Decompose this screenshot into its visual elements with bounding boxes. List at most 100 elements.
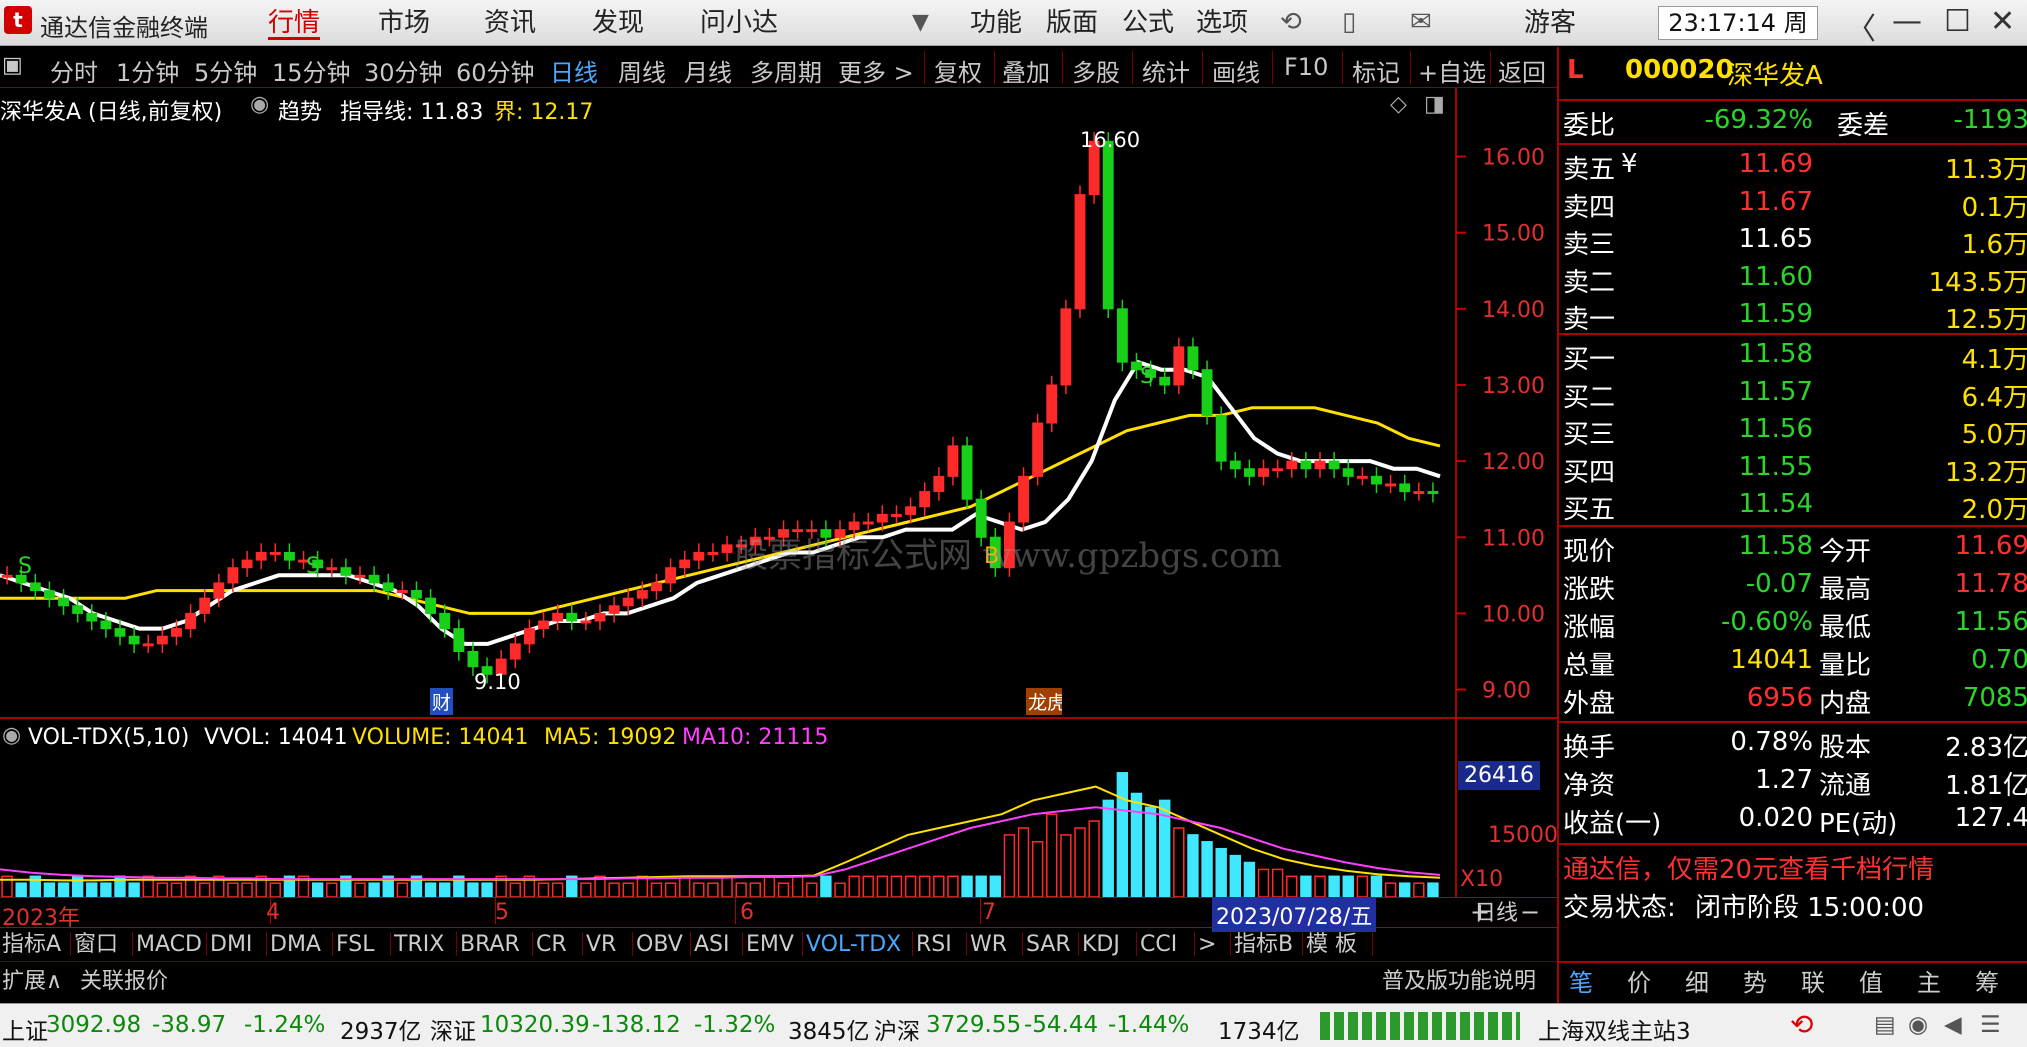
- menu-wenxiaoda[interactable]: 问小达: [700, 6, 778, 40]
- dropdown-arrow-icon[interactable]: ▼: [912, 10, 929, 35]
- menu-faxian[interactable]: 发现: [592, 6, 644, 40]
- menu-gongneng[interactable]: 功能: [970, 6, 1022, 40]
- side-tab[interactable]: 值: [1859, 967, 1883, 999]
- indicator-tab[interactable]: DMA: [270, 929, 321, 961]
- bid-row[interactable]: 买一 11.58 4.1万: [1559, 337, 2027, 375]
- period-monthly[interactable]: 月线: [684, 53, 732, 88]
- finance-badge[interactable]: 财: [430, 688, 454, 715]
- period-30min[interactable]: 30分钟: [364, 53, 443, 88]
- indicator-tab[interactable]: 指标A: [2, 929, 61, 961]
- menu-zixun[interactable]: 资讯: [484, 6, 536, 40]
- period-daily[interactable]: 日线: [550, 53, 598, 88]
- settings-icon[interactable]: ☰: [1980, 1012, 2001, 1038]
- indicator-tab[interactable]: OBV: [636, 929, 683, 961]
- indicator-tab[interactable]: VR: [586, 929, 616, 961]
- candle: [665, 567, 677, 584]
- bid-row[interactable]: 买五 11.54 2.0万: [1559, 487, 2027, 525]
- phone-icon[interactable]: ▯: [1342, 7, 1356, 37]
- connection-icon[interactable]: ⟲: [1790, 1008, 1813, 1041]
- ask-row[interactable]: 卖五 ¥ 11.69 11.3万: [1559, 147, 2027, 185]
- indicator-tab[interactable]: 窗口: [74, 929, 118, 961]
- side-tab[interactable]: 筹: [1975, 967, 1999, 999]
- menu-shichang[interactable]: 市场: [378, 6, 430, 40]
- refresh-icon[interactable]: ⟲: [1280, 7, 1302, 37]
- ask-row[interactable]: 卖三 11.65 1.6万: [1559, 222, 2027, 260]
- indicator-tab[interactable]: ASI: [694, 929, 730, 961]
- indicator-tab[interactable]: CR: [536, 929, 567, 961]
- minimize-button[interactable]: —: [1892, 4, 1922, 39]
- panel-toggle-icon[interactable]: ▣: [2, 53, 23, 78]
- sh-index-label[interactable]: 上证: [2, 1012, 48, 1046]
- kline-chart-panel[interactable]: 深华发A (日线,前复权) ◉ 趋势 指导线: 11.83 界: 12.17 ◇…: [0, 88, 1557, 720]
- indicator-tab[interactable]: 指标B: [1234, 929, 1293, 961]
- user-label[interactable]: 游客: [1524, 6, 1576, 40]
- maximize-button[interactable]: ☐: [1944, 4, 1971, 39]
- ext-tab-expand[interactable]: 扩展∧: [2, 966, 62, 998]
- hs-index-label[interactable]: 沪深: [874, 1012, 920, 1046]
- indicator-tab[interactable]: VOL-TDX: [806, 929, 901, 961]
- menu-xuanxiang[interactable]: 选项: [1196, 6, 1248, 40]
- period-15min[interactable]: 15分钟: [272, 53, 351, 88]
- side-tab[interactable]: 价: [1627, 967, 1651, 999]
- indicator-tab[interactable]: BRAR: [460, 929, 520, 961]
- period-5min[interactable]: 5分钟: [194, 53, 257, 88]
- side-tab[interactable]: 主: [1917, 967, 1941, 999]
- indicator-tab[interactable]: RSI: [916, 929, 952, 961]
- ext-help-link[interactable]: 普及版功能说明: [1382, 966, 1536, 998]
- tool-f10[interactable]: F10: [1284, 53, 1328, 81]
- side-tab[interactable]: 细: [1685, 967, 1709, 999]
- sz-index-label[interactable]: 深证: [430, 1012, 476, 1046]
- indicator-tab[interactable]: KDJ: [1082, 929, 1120, 961]
- indicator-tab[interactable]: >: [1198, 929, 1216, 961]
- longhu-badge[interactable]: 龙虎榜: [1026, 688, 1062, 715]
- back-icon[interactable]: 〈: [1846, 4, 1876, 48]
- tool-duogu[interactable]: 多股: [1072, 53, 1120, 88]
- period-1min[interactable]: 1分钟: [116, 53, 179, 88]
- tool-huaxian[interactable]: 画线: [1212, 53, 1260, 88]
- side-tab[interactable]: 笔: [1569, 967, 1593, 999]
- tool-biaoji[interactable]: 标记: [1352, 53, 1400, 88]
- period-weekly[interactable]: 周线: [618, 53, 666, 88]
- bid-row[interactable]: 买二 11.57 6.4万: [1559, 375, 2027, 413]
- period-fenshi[interactable]: 分时: [50, 53, 98, 88]
- ext-tab-related[interactable]: 关联报价: [80, 966, 168, 998]
- menu-gongshi[interactable]: 公式: [1122, 6, 1174, 40]
- indicator-tab[interactable]: WR: [970, 929, 1007, 961]
- period-more[interactable]: 更多 >: [838, 53, 914, 88]
- indicator-tab[interactable]: MACD: [136, 929, 202, 961]
- tool-back[interactable]: 返回: [1498, 53, 1546, 88]
- indicator-tab[interactable]: CCI: [1140, 929, 1177, 961]
- server-label[interactable]: 上海双线主站3: [1538, 1012, 1691, 1046]
- period-multi[interactable]: 多周期: [750, 53, 822, 88]
- indicator-tab[interactable]: 模 板: [1306, 929, 1357, 961]
- tool-tongji[interactable]: 统计: [1142, 53, 1190, 88]
- volume-panel[interactable]: ◉ VOL-TDX(5,10) VVOL: 14041 VOLUME: 1404…: [0, 719, 1558, 897]
- side-tab[interactable]: 势: [1743, 967, 1767, 999]
- tool-fuquan[interactable]: 复权: [934, 53, 982, 88]
- tool-diejia[interactable]: 叠加: [1002, 53, 1050, 88]
- bid-row[interactable]: 买三 11.56 5.0万: [1559, 412, 2027, 450]
- tool-add-watchlist[interactable]: +自选: [1418, 53, 1486, 88]
- bid-row[interactable]: 买四 11.55 13.2万: [1559, 450, 2027, 488]
- menu-hangqing[interactable]: 行情: [268, 6, 321, 40]
- indicator-tab[interactable]: FSL: [336, 929, 375, 961]
- period-60min[interactable]: 60分钟: [456, 53, 535, 88]
- ask-row[interactable]: 卖四 11.67 0.1万: [1559, 185, 2027, 223]
- close-button[interactable]: ✕: [1990, 4, 2015, 39]
- indicator-tab[interactable]: TRIX: [394, 929, 444, 961]
- ask-row[interactable]: 卖一 11.59 12.5万: [1559, 297, 2027, 335]
- volume-axis-mid: 15000: [1488, 823, 1558, 848]
- promo-link[interactable]: 通达信，仅需20元查看千档行情: [1563, 849, 1934, 886]
- message-icon[interactable]: ✉: [1410, 7, 1432, 37]
- candle: [1342, 468, 1354, 477]
- indicator-tab[interactable]: DMI: [210, 929, 252, 961]
- speaker-icon[interactable]: ◀: [1944, 1012, 1962, 1038]
- ask-row[interactable]: 卖二 11.60 143.5万: [1559, 260, 2027, 298]
- side-tab[interactable]: 联: [1801, 967, 1825, 999]
- indicator-tab[interactable]: EMV: [746, 929, 794, 961]
- list-icon[interactable]: ▤: [1874, 1012, 1896, 1038]
- info-icon[interactable]: ◉: [1908, 1012, 1928, 1038]
- indicator-tab[interactable]: SAR: [1026, 929, 1071, 961]
- zoom-out-button[interactable]: −: [1520, 898, 1540, 926]
- menu-banmian[interactable]: 版面: [1046, 6, 1098, 40]
